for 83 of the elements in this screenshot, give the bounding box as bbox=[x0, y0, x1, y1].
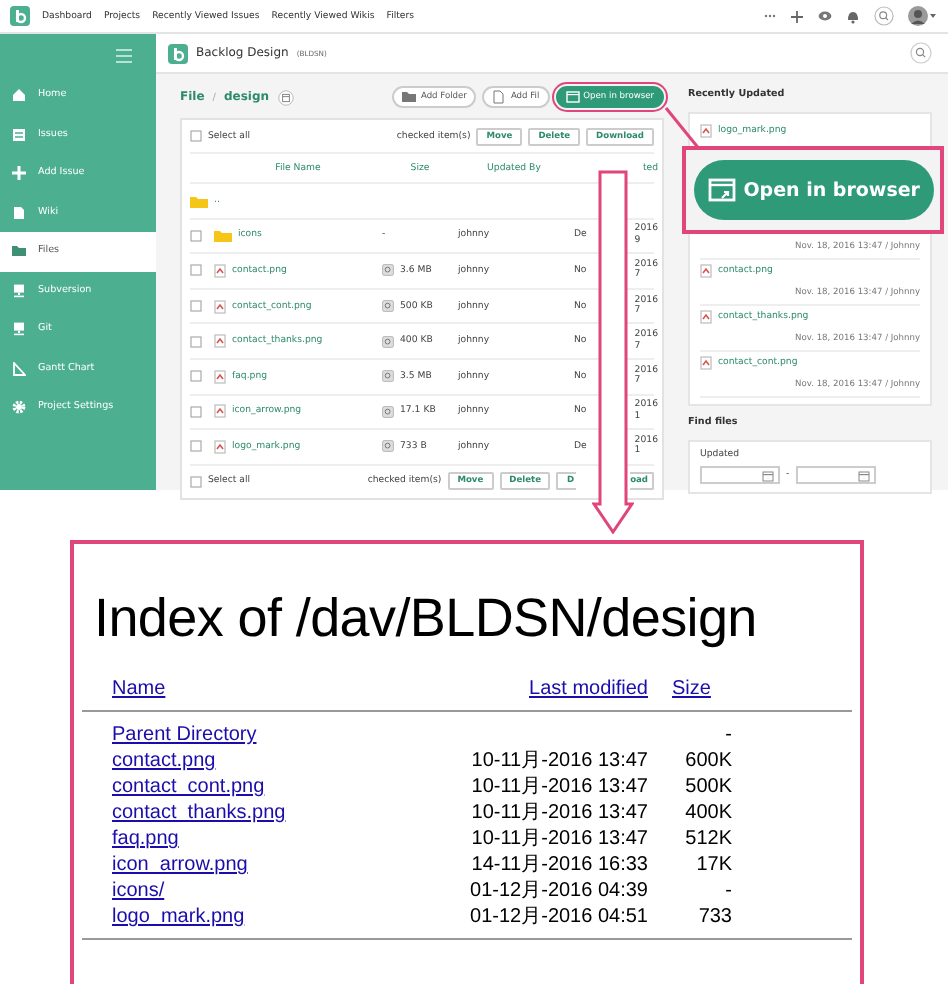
image-file-icon bbox=[700, 264, 712, 278]
modified-cell-text: 14-11月-2016 16:33 bbox=[469, 852, 648, 878]
index-entry-link[interactable]: faq.png bbox=[112, 828, 179, 850]
logo-icon bbox=[10, 6, 30, 26]
preview-icon[interactable] bbox=[382, 405, 394, 418]
open-in-browser-button[interactable]: Open in browser bbox=[693, 160, 934, 220]
archive-icon[interactable] bbox=[277, 89, 294, 105]
checkbox[interactable] bbox=[190, 405, 202, 418]
plus-icon[interactable] bbox=[790, 9, 804, 23]
file-icon bbox=[492, 90, 507, 104]
checkbox[interactable] bbox=[190, 229, 202, 242]
avatar-icon[interactable] bbox=[908, 6, 936, 26]
size-cell-text: 400K bbox=[683, 800, 734, 826]
plus-icon bbox=[12, 166, 26, 181]
folder-icon bbox=[190, 193, 208, 208]
index-entry-link[interactable]: contact.png bbox=[112, 750, 216, 772]
modified-cell-text: 01-12月-2016 04:39 bbox=[468, 878, 648, 904]
image-file-icon bbox=[214, 299, 226, 314]
more-icon[interactable] bbox=[764, 12, 776, 20]
size-cell-text: 500K bbox=[683, 774, 734, 800]
index-entry-link[interactable]: contact_thanks.png bbox=[112, 802, 286, 824]
checkbox[interactable] bbox=[190, 440, 202, 453]
image-file-icon bbox=[214, 439, 226, 454]
checkbox[interactable] bbox=[190, 335, 202, 348]
modified-cell-text: 10-11月-2016 13:47 bbox=[469, 800, 648, 826]
checkbox[interactable] bbox=[190, 475, 202, 488]
checkbox[interactable] bbox=[190, 130, 202, 142]
monitor-icon bbox=[12, 283, 26, 298]
checkbox[interactable] bbox=[190, 370, 202, 383]
preview-icon[interactable] bbox=[382, 264, 394, 277]
menu-icon[interactable] bbox=[116, 47, 132, 63]
folder-icon bbox=[12, 244, 26, 259]
modified-cell-text: 10-11月-2016 13:47 bbox=[469, 826, 648, 852]
index-entry-link[interactable]: logo_mark.png bbox=[112, 906, 245, 928]
logo-icon bbox=[168, 43, 188, 63]
index-entry-link[interactable]: Parent Directory bbox=[112, 724, 257, 746]
date-input-field[interactable] bbox=[700, 466, 780, 484]
preview-icon[interactable] bbox=[382, 440, 394, 453]
browser-window-icon bbox=[565, 90, 580, 104]
index-entry-link[interactable]: contact_cont.png bbox=[112, 776, 265, 798]
image-file-icon bbox=[700, 124, 712, 138]
preview-icon[interactable] bbox=[382, 370, 394, 383]
eye-icon[interactable] bbox=[818, 10, 832, 22]
size-cell-text: - bbox=[723, 722, 734, 748]
search-icon[interactable] bbox=[874, 6, 894, 26]
date-input-field[interactable] bbox=[795, 466, 876, 484]
image-file-icon bbox=[700, 310, 712, 324]
size-cell-text: 512K bbox=[683, 826, 734, 852]
browser-window-icon bbox=[707, 176, 736, 204]
image-file-icon bbox=[214, 404, 226, 419]
calendar-icon[interactable] bbox=[762, 469, 774, 481]
modified-cell-text: 01-12月-2016 04:51 bbox=[468, 904, 648, 930]
list-icon bbox=[12, 127, 26, 142]
modified-cell-text: 10-11月-2016 13:47 bbox=[469, 748, 648, 774]
image-file-icon bbox=[214, 334, 226, 349]
preview-icon[interactable] bbox=[382, 335, 394, 348]
folder-icon bbox=[214, 228, 232, 243]
preview-icon[interactable] bbox=[382, 300, 394, 313]
size-cell-text: - bbox=[723, 878, 734, 904]
checkbox[interactable] bbox=[190, 300, 202, 313]
monitor-icon bbox=[12, 322, 26, 337]
index-entry-link[interactable]: icon_arrow.png bbox=[112, 854, 248, 876]
settings-icon bbox=[12, 400, 26, 415]
folder-icon bbox=[402, 90, 417, 104]
calendar-icon[interactable] bbox=[857, 469, 870, 481]
search-icon[interactable] bbox=[910, 42, 932, 64]
column-sort-link[interactable]: Name bbox=[112, 678, 166, 700]
column-sort-link[interactable]: Size bbox=[672, 678, 711, 700]
column-sort-link[interactable]: Last modified bbox=[529, 678, 648, 700]
index-entry-link[interactable]: icons/ bbox=[112, 880, 165, 902]
size-cell-text: 17K bbox=[694, 852, 734, 878]
size-cell-text: 733 bbox=[696, 904, 734, 930]
checkbox[interactable] bbox=[190, 264, 202, 277]
triangle-ruler-icon bbox=[12, 361, 26, 376]
page-heading: Index of /dav/BLDSN/design bbox=[94, 588, 759, 650]
size-cell-text: 600K bbox=[683, 748, 734, 774]
image-file-icon bbox=[700, 356, 712, 370]
document-icon bbox=[12, 205, 26, 220]
home-icon bbox=[12, 88, 26, 103]
bell-icon[interactable] bbox=[846, 9, 860, 23]
modified-cell-text: 10-11月-2016 13:47 bbox=[469, 774, 648, 800]
image-file-icon bbox=[214, 369, 226, 384]
image-file-icon bbox=[214, 263, 226, 278]
